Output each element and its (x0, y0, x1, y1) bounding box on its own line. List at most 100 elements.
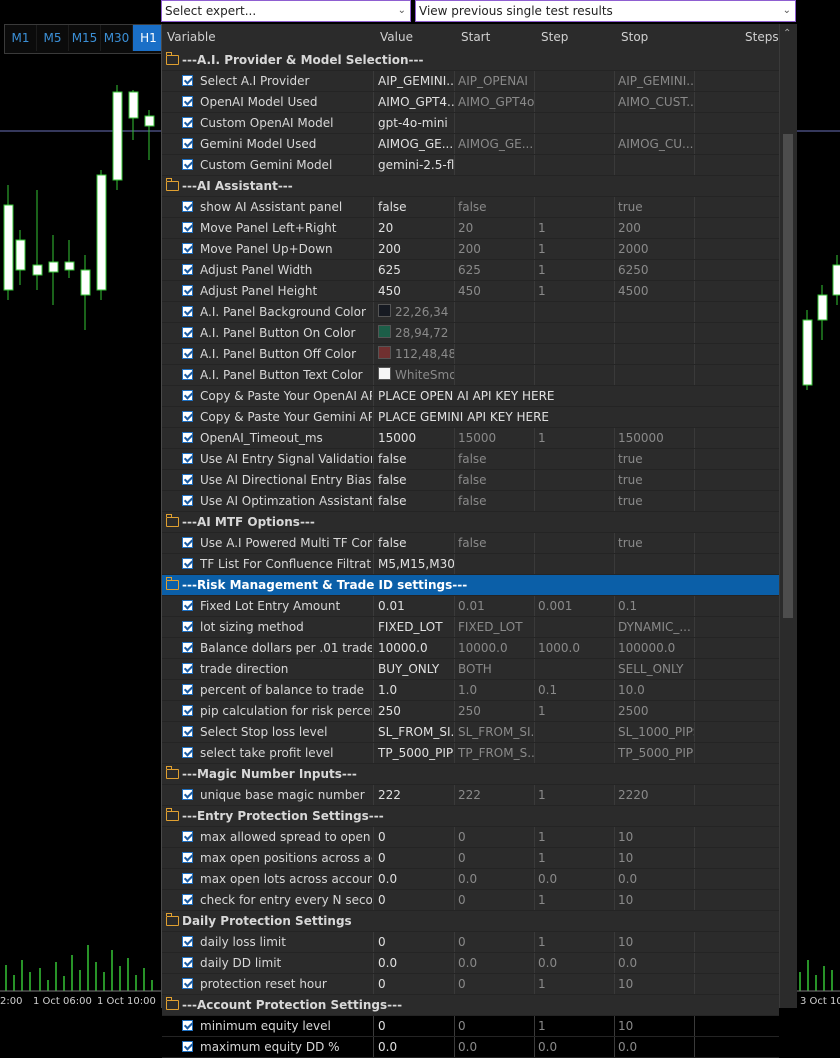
stop-cell[interactable]: 6250 (615, 260, 695, 280)
start-cell[interactable]: 450 (455, 281, 535, 301)
parameter-row[interactable]: unique base magic number 222 222 1 2220 (162, 785, 779, 806)
stop-cell[interactable]: AIP_GEMINI... (615, 71, 695, 91)
column-stop[interactable]: Stop (621, 30, 648, 44)
value-cell[interactable]: 250 (374, 701, 455, 721)
checkbox-checked[interactable] (182, 663, 193, 674)
group-row[interactable]: ---AI MTF Options--- (162, 512, 779, 533)
group-row[interactable]: Daily Protection Settings (162, 911, 779, 932)
parameter-row[interactable]: A.I. Panel Button Text Color WhiteSmoke (162, 365, 779, 386)
start-cell[interactable]: 250 (455, 701, 535, 721)
start-cell[interactable]: false (455, 491, 535, 511)
group-row[interactable]: ---Magic Number Inputs--- (162, 764, 779, 785)
checkbox-checked[interactable] (182, 1041, 193, 1052)
parameter-row[interactable]: Use AI Optimzation Assistant false false tr… (162, 491, 779, 512)
parameter-row[interactable]: A.I. Panel Button On Color 28,94,72 (162, 323, 779, 344)
start-cell[interactable]: 0 (455, 932, 535, 952)
start-cell[interactable]: false (455, 533, 535, 553)
value-cell[interactable]: SL_FROM_SI... (374, 722, 455, 742)
stop-cell[interactable]: 10.0 (615, 680, 695, 700)
checkbox-checked[interactable] (182, 726, 193, 737)
stop-cell[interactable] (615, 323, 695, 343)
step-cell[interactable] (535, 323, 615, 343)
value-cell[interactable]: false (374, 491, 455, 511)
checkbox-checked[interactable] (182, 390, 193, 401)
stop-cell[interactable]: 2500 (615, 701, 695, 721)
start-cell[interactable]: AIMOG_GE... (455, 134, 535, 154)
start-cell[interactable]: false (455, 470, 535, 490)
value-cell[interactable]: M5,M15,M30 (374, 554, 455, 574)
start-cell[interactable]: 10000.0 (455, 638, 535, 658)
checkbox-checked[interactable] (182, 453, 193, 464)
start-cell[interactable] (455, 302, 535, 322)
step-cell[interactable] (535, 470, 615, 490)
start-cell[interactable]: 1.0 (455, 680, 535, 700)
checkbox-checked[interactable] (182, 432, 193, 443)
step-cell[interactable]: 1 (535, 848, 615, 868)
checkbox-checked[interactable] (182, 201, 193, 212)
stop-cell[interactable]: AIMO_CUST... (615, 92, 695, 112)
stop-cell[interactable]: 0.0 (615, 1037, 695, 1057)
checkbox-checked[interactable] (182, 978, 193, 989)
start-cell[interactable]: 0.0 (455, 869, 535, 889)
checkbox-checked[interactable] (182, 96, 193, 107)
value-cell[interactable]: 0.0 (374, 953, 455, 973)
parameter-row[interactable]: Gemini Model Used AIMOG_GE... AIMOG_GE... A… (162, 134, 779, 155)
start-cell[interactable]: 0.0 (455, 1037, 535, 1057)
step-cell[interactable]: 1 (535, 890, 615, 910)
stop-cell[interactable]: 10 (615, 827, 695, 847)
checkbox-checked[interactable] (182, 474, 193, 485)
step-cell[interactable]: 1 (535, 260, 615, 280)
parameter-row[interactable]: select take profit level TP_5000_PIPS TP_F… (162, 743, 779, 764)
start-cell[interactable]: BOTH (455, 659, 535, 679)
parameter-row[interactable]: Use AI Entry Signal Validation false false… (162, 449, 779, 470)
stop-cell[interactable] (615, 302, 695, 322)
step-cell[interactable] (535, 659, 615, 679)
timeframe-m5-button[interactable]: M5 (37, 25, 69, 51)
checkbox-checked[interactable] (182, 264, 193, 275)
checkbox-checked[interactable] (182, 306, 193, 317)
parameter-row[interactable]: max open positions across acc...00110 (162, 848, 779, 869)
step-cell[interactable]: 0.0 (535, 953, 615, 973)
value-cell[interactable]: 0 (374, 827, 455, 847)
parameter-row[interactable]: maximum equity DD % 0.0 0.0 0.0 0.0 (162, 1037, 779, 1058)
start-cell[interactable]: 15000 (455, 428, 535, 448)
step-cell[interactable]: 1 (535, 239, 615, 259)
step-cell[interactable]: 1 (535, 428, 615, 448)
value-cell[interactable]: 0.0 (374, 1037, 455, 1057)
group-row[interactable]: ---Account Protection Settings--- (162, 995, 779, 1016)
checkbox-checked[interactable] (182, 831, 193, 842)
timeframe-m1-button[interactable]: M1 (5, 25, 37, 51)
value-cell[interactable]: 0 (374, 848, 455, 868)
value-cell[interactable]: AIMOG_GE... (374, 134, 455, 154)
step-cell[interactable]: 1 (535, 701, 615, 721)
value-cell[interactable]: WhiteSmoke (374, 365, 455, 385)
start-cell[interactable]: false (455, 449, 535, 469)
value-cell[interactable]: 20 (374, 218, 455, 238)
expert-select[interactable]: Select expert... ⌄ (161, 0, 411, 22)
group-row[interactable]: ---Entry Protection Settings--- (162, 806, 779, 827)
parameter-row[interactable]: A.I. Panel Button Off Color 112,48,48 (162, 344, 779, 365)
stop-cell[interactable] (615, 155, 695, 175)
start-cell[interactable] (455, 344, 535, 364)
value-cell[interactable]: 28,94,72 (374, 323, 455, 343)
start-cell[interactable]: 0.0 (455, 953, 535, 973)
start-cell[interactable]: SL_FROM_SI... (455, 722, 535, 742)
start-cell[interactable] (455, 113, 535, 133)
value-cell[interactable]: 1.0 (374, 680, 455, 700)
checkbox-checked[interactable] (182, 75, 193, 86)
value-cell[interactable]: 200 (374, 239, 455, 259)
stop-cell[interactable]: 2000 (615, 239, 695, 259)
step-cell[interactable] (535, 554, 615, 574)
parameter-row[interactable]: Use AI Directional Entry Bias false false t… (162, 470, 779, 491)
parameter-row[interactable]: OpenAI_Timeout_ms 15000 15000 1 150000 (162, 428, 779, 449)
stop-cell[interactable]: AIMOG_CU... (615, 134, 695, 154)
parameter-row[interactable]: Adjust Panel Height 450 450 1 4500 (162, 281, 779, 302)
start-cell[interactable]: 0 (455, 974, 535, 994)
value-cell[interactable]: false (374, 449, 455, 469)
stop-cell[interactable] (615, 113, 695, 133)
parameter-row[interactable]: pip calculation for risk percent...25025… (162, 701, 779, 722)
step-cell[interactable]: 0.1 (535, 680, 615, 700)
checkbox-checked[interactable] (182, 369, 193, 380)
start-cell[interactable] (455, 323, 535, 343)
value-cell[interactable]: 22,26,34 (374, 302, 455, 322)
